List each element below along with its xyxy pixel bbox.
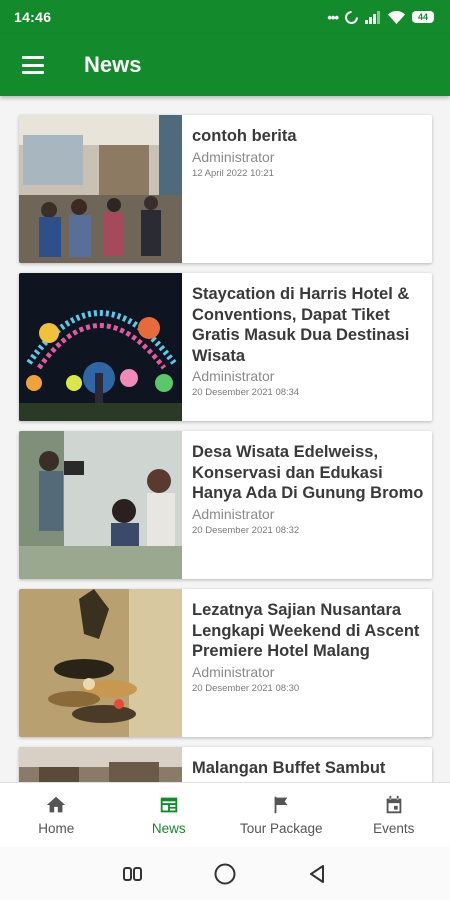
app-bar: News [0, 34, 450, 96]
news-info: Lezatnya Sajian Nusantara Lengkapi Weeke… [182, 589, 432, 737]
news-title: Lezatnya Sajian Nusantara Lengkapi Weeke… [192, 601, 420, 660]
news-card[interactable]: Malangan Buffet Sambut [19, 747, 432, 782]
news-date: 20 Desember 2021 08:30 [192, 682, 300, 694]
news-card[interactable]: contoh berita Administrator 12 April 202… [19, 115, 432, 263]
nav-label: News [151, 821, 186, 836]
news-date: 12 April 2022 10:21 [192, 167, 274, 179]
flag-icon [274, 796, 288, 814]
wifi-icon [388, 10, 405, 24]
signal-icon [365, 10, 380, 24]
news-info: contoh berita Administrator 12 April 202… [182, 115, 432, 263]
news-author: Administrator [192, 148, 275, 165]
menu-icon[interactable] [22, 56, 44, 74]
news-date: 20 Desember 2021 08:32 [192, 524, 300, 536]
recents-button[interactable] [121, 862, 145, 886]
notification-dots-icon: ••• [327, 9, 339, 25]
nav-label: Events [373, 821, 415, 836]
recents-icon [123, 866, 142, 881]
news-icon [160, 797, 177, 813]
news-card[interactable]: Staycation di Harris Hotel & Conventions… [19, 273, 432, 421]
nav-tour-package[interactable]: Tour Package [225, 783, 338, 847]
nav-events[interactable]: Events [338, 783, 450, 847]
news-thumbnail [19, 431, 182, 579]
news-info: Desa Wisata Edelweiss, Konservasi dan Ed… [182, 431, 432, 579]
battery-icon: 44 [412, 11, 434, 23]
home-button[interactable] [213, 862, 237, 886]
news-title: Desa Wisata Edelweiss, Konservasi dan Ed… [192, 443, 424, 502]
alarm-icon [345, 10, 358, 24]
news-card[interactable]: Desa Wisata Edelweiss, Konservasi dan Ed… [19, 431, 432, 579]
news-info: Staycation di Harris Hotel & Conventions… [182, 273, 432, 421]
back-button[interactable] [305, 862, 329, 886]
news-title: Malangan Buffet Sambut [192, 759, 386, 777]
news-date: 20 Desember 2021 08:34 [192, 387, 300, 398]
status-icons: ••• 44 [327, 10, 434, 25]
news-author: Administrator [192, 663, 275, 680]
nav-label: Tour Package [239, 821, 323, 836]
news-list[interactable]: contoh berita Administrator 12 April 202… [0, 96, 450, 782]
news-thumbnail [19, 273, 182, 421]
back-triangle-icon [310, 864, 324, 883]
nav-home[interactable]: Home [0, 783, 113, 847]
news-title: contoh berita [192, 127, 297, 145]
news-title: Staycation di Harris Hotel & Conventions… [192, 285, 410, 365]
circle-home-icon [214, 863, 236, 884]
nav-label: Home [38, 821, 75, 836]
news-thumbnail [19, 747, 182, 782]
nav-news[interactable]: News [113, 783, 226, 847]
system-navigation-bar [0, 847, 450, 900]
news-thumbnail [19, 589, 182, 737]
bottom-navigation: Home News Tour Package Events [0, 782, 450, 847]
news-info: Malangan Buffet Sambut [182, 747, 432, 782]
calendar-icon [386, 795, 402, 814]
news-author: Administrator [192, 368, 275, 384]
page-title: News [84, 52, 142, 77]
news-thumbnail [19, 115, 182, 263]
news-card[interactable]: Lezatnya Sajian Nusantara Lengkapi Weeke… [19, 589, 432, 737]
status-bar: 14:46 ••• 44 [0, 0, 450, 34]
news-author: Administrator [192, 505, 275, 522]
status-time: 14:46 [14, 9, 52, 25]
home-icon [47, 796, 66, 813]
